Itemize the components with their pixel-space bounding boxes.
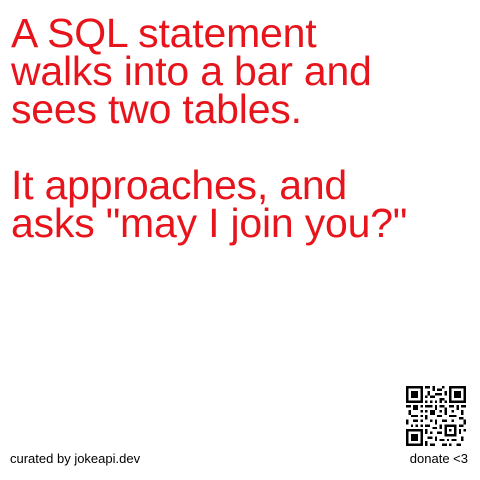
donate-link[interactable]: donate <3	[410, 451, 468, 467]
joke-setup-line-3: sees two tables.	[11, 86, 302, 132]
qr-code-modules	[406, 386, 466, 446]
joke-delivery-line-2: asks "may I join you?"	[11, 200, 408, 246]
joke-setup-line-1: A SQL statement	[11, 10, 317, 56]
qr-code-icon[interactable]	[406, 386, 466, 446]
joke-paragraph-gap	[11, 128, 473, 166]
joke-setup-line-2: walks into a bar and	[11, 48, 372, 94]
joke-delivery-line-1: It approaches, and	[11, 162, 348, 208]
credit-text: curated by jokeapi.dev	[10, 451, 141, 466]
joke-text: A SQL statement walks into a bar and see…	[11, 10, 473, 246]
